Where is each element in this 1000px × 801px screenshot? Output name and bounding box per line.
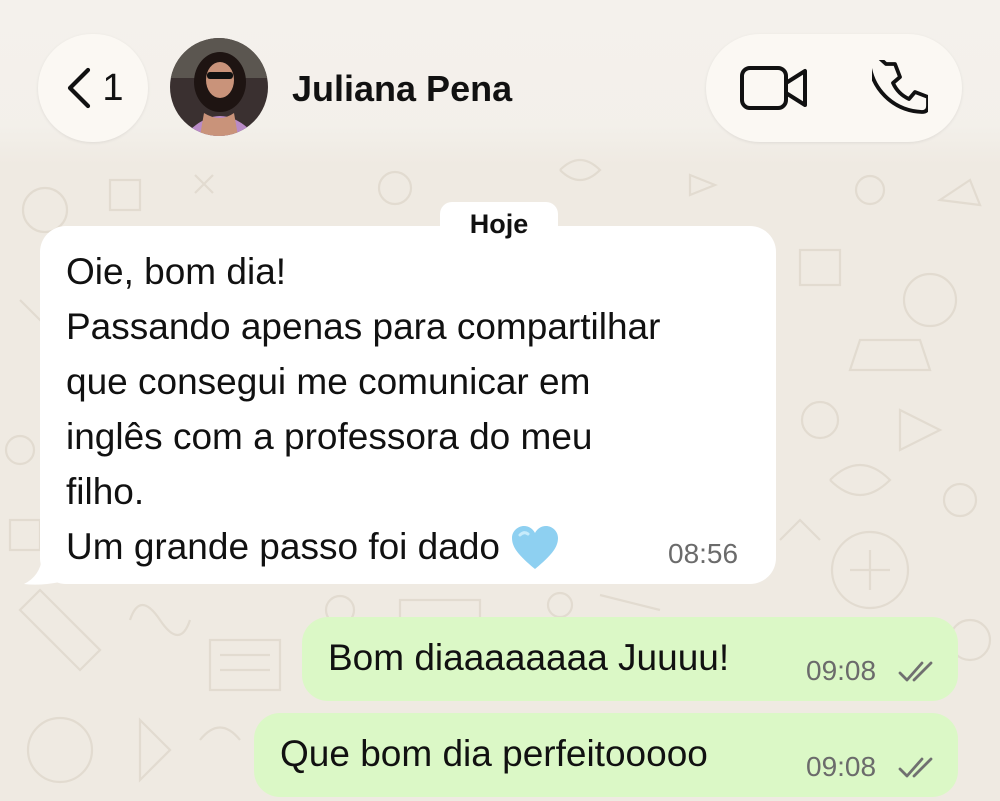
outgoing-message[interactable]: Bom diaaaaaaaa Juuuu! 09:08 [302,617,958,701]
message-text: Que bom dia perfeitooooo [280,733,708,774]
message-line: filho. [66,471,145,512]
message-line-last: Um grande passo foi dado [66,519,660,574]
message-line-text: Um grande passo foi dado [66,526,500,567]
voice-call-button[interactable] [850,34,950,142]
chat-header: 1 Juliana Pena [0,0,1000,165]
message-line: que consegui me comunicar em [66,361,591,402]
outgoing-message[interactable]: Que bom dia perfeitooooo 09:08 [254,713,958,797]
phone-icon [872,60,928,114]
date-chip: Hoje [440,202,558,246]
message-text: Bom diaaaaaaaa Juuuu! [328,637,730,678]
light-blue-heart-icon [512,526,558,570]
avatar[interactable] [170,38,268,136]
incoming-message[interactable]: Oie, bom dia! Passando apenas para compa… [40,226,776,584]
call-actions [706,34,962,142]
message-time: 09:08 [806,751,877,782]
read-double-check-icon [898,757,933,778]
video-call-button[interactable] [724,34,824,142]
message-text: Oie, bom dia! Passando apenas para compa… [66,244,660,574]
message-time: 08:56 [668,538,739,569]
read-double-check-icon [898,661,933,682]
message-line: Passando apenas para compartilhar [66,306,661,347]
unread-count: 1 [102,66,124,109]
message-line: inglês com a professora do meu [66,416,593,457]
message-line: Oie, bom dia! [66,251,287,292]
message-time: 09:08 [806,655,877,686]
contact-name[interactable]: Juliana Pena [292,68,512,110]
video-camera-icon [740,66,807,110]
chevron-left-icon [68,67,91,109]
back-button[interactable]: 1 [38,34,148,142]
